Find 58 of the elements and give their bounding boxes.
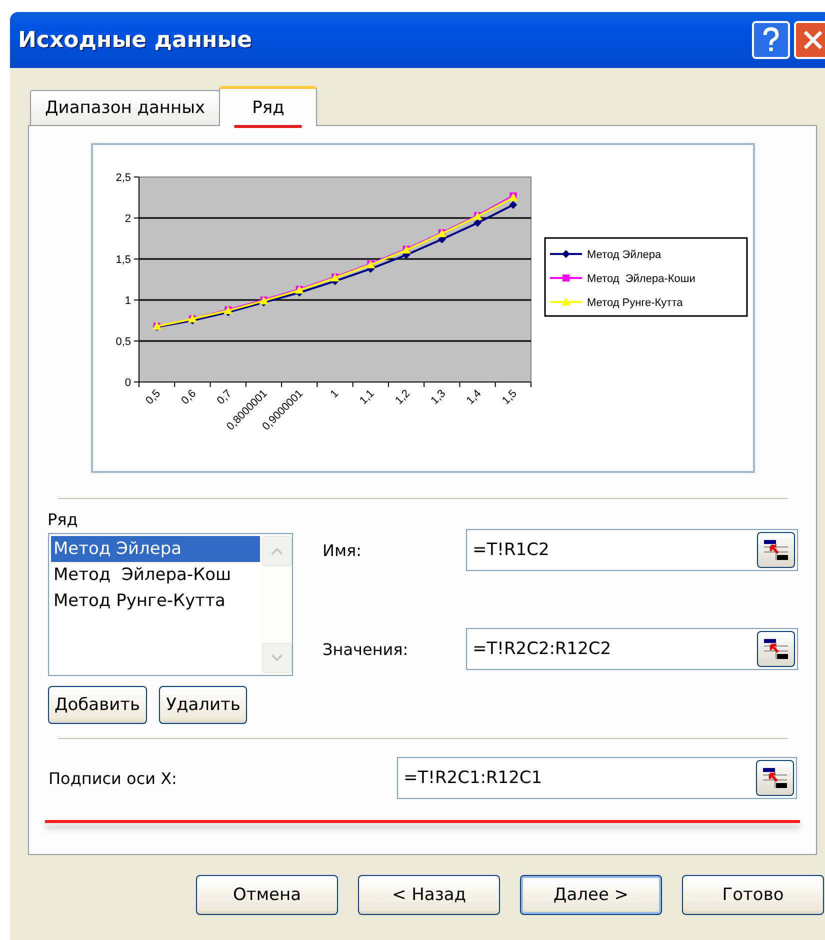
legend-key <box>550 274 582 282</box>
y-tick-label: 1 <box>124 295 130 307</box>
x-tick-label: 1,4 <box>464 388 484 407</box>
legend-key <box>550 298 582 306</box>
tab[interactable]: Диапазон данных <box>30 90 220 125</box>
help-button[interactable] <box>752 21 790 59</box>
range-select-icon <box>762 767 788 789</box>
series-list[interactable]: Метод Эйлера Метод Эйлера-Кош Метод Рунге-Кутта <box>48 533 292 676</box>
close-icon <box>802 29 824 51</box>
field-label: Подписи оси X: <box>48 768 177 788</box>
y-tick-label: 0,5 <box>115 336 130 348</box>
field-value: =T!R2C2:R12C2 <box>472 639 612 659</box>
input-field[interactable]: =T!R2C1:R12C1 <box>396 757 796 799</box>
help-icon <box>762 27 780 53</box>
x-tick-label: 0,5 <box>143 388 162 407</box>
range-select-button[interactable] <box>756 631 794 667</box>
chevron-down-icon <box>270 654 282 662</box>
field-value: =T!R1C2 <box>472 540 550 560</box>
field-label: Значения: <box>322 640 408 658</box>
series-label: Ряд <box>48 510 79 529</box>
dialog-button[interactable]: Далее > <box>520 875 662 915</box>
legend-label: Метод Эйлера <box>586 249 661 261</box>
range-select-button[interactable] <box>756 532 794 568</box>
window-title: Исходные данные <box>18 28 254 52</box>
field-value: =T!R2C1:R12C1 <box>404 768 542 788</box>
range-select-icon <box>762 638 788 660</box>
field-label: Имя: <box>322 540 362 560</box>
y-tick-label: 1,5 <box>115 254 130 266</box>
legend-key <box>550 250 582 258</box>
point <box>508 200 517 209</box>
close-button[interactable] <box>794 21 825 59</box>
x-tick-label: 1,1 <box>356 388 376 407</box>
y-tick-label: 0 <box>124 377 130 389</box>
series-list-item[interactable]: Метод Эйлера-Кош <box>50 562 260 588</box>
series-button[interactable]: Добавить <box>48 686 148 724</box>
legend-label: Метод Рунге-Кутта <box>586 297 682 309</box>
y-tick-label: 2 <box>124 213 130 225</box>
dialog-button[interactable]: Готово <box>682 875 824 915</box>
x-tick-label: 0,6 <box>178 388 198 407</box>
series-list-item[interactable]: Метод Эйлера <box>50 536 260 562</box>
input-field[interactable]: =T!R1C2 <box>466 529 798 571</box>
range-select-icon <box>762 539 788 561</box>
series-list-item[interactable]: Метод Рунге-Кутта <box>50 588 260 614</box>
series-button[interactable]: Удалить <box>159 686 248 724</box>
chevron-up-icon <box>270 547 282 555</box>
x-tick-label: 1,5 <box>500 388 519 407</box>
annotation-underline <box>234 125 302 128</box>
x-tick-label: 1,2 <box>392 388 412 407</box>
range-select-button[interactable] <box>756 760 794 796</box>
y-tick-label: 2,5 <box>115 172 130 184</box>
dialog-button[interactable]: Отмена <box>196 875 338 915</box>
legend-label: Метод Эйлера-Коши <box>586 273 695 285</box>
input-field[interactable]: =T!R2C2:R12C2 <box>466 628 798 670</box>
x-tick-label: 1 <box>328 388 341 400</box>
x-tick-label: 1,3 <box>428 388 448 407</box>
tab[interactable]: Ряд <box>219 86 318 126</box>
point <box>473 218 482 227</box>
dialog-button[interactable]: < Назад <box>358 875 500 915</box>
